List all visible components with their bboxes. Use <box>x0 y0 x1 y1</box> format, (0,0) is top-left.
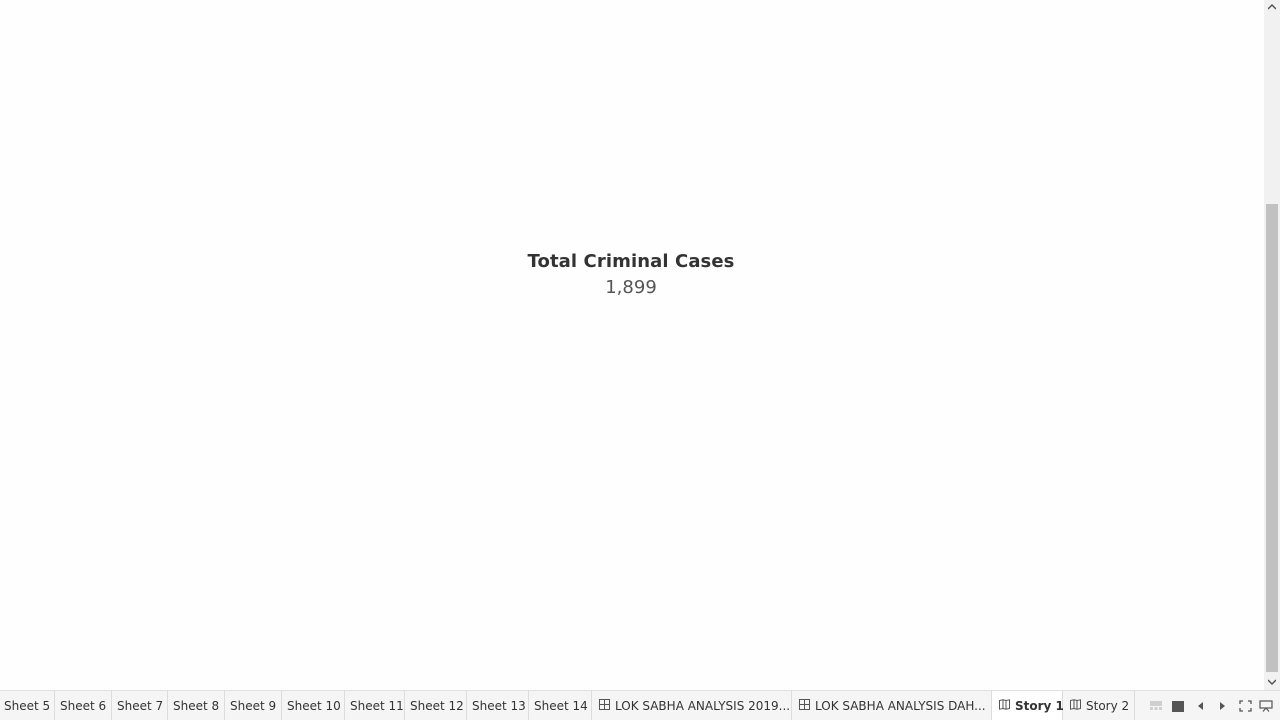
tab-sheet-12[interactable]: Sheet 12 <box>405 691 467 720</box>
kpi-title: Total Criminal Cases <box>527 251 735 272</box>
tab-label: Sheet 12 <box>410 698 464 713</box>
tab-label: Sheet 10 <box>287 698 341 713</box>
tab-label: Story 2 <box>1086 698 1130 713</box>
tab-label: Sheet 7 <box>117 698 164 713</box>
tab-label: Sheet 6 <box>60 698 107 713</box>
tab-label: Sheet 14 <box>534 698 588 713</box>
scroll-thumb[interactable] <box>1266 204 1278 672</box>
dashboard-icon <box>799 698 810 713</box>
story-canvas: Total Criminal Cases 1,899 <box>0 0 1264 690</box>
vertical-scrollbar[interactable] <box>1264 0 1280 690</box>
tab-label: Story 1 <box>1015 698 1064 713</box>
presentation-mode-icon[interactable] <box>1258 698 1274 714</box>
tab-dashboard-lok-sabha-dah[interactable]: LOK SABHA ANALYSIS DAH... <box>792 691 992 720</box>
filmstrip-view-icon[interactable] <box>1148 698 1164 714</box>
tab-label: LOK SABHA ANALYSIS 2019... <box>615 698 791 713</box>
kpi-card: Total Criminal Cases 1,899 <box>480 248 782 300</box>
tab-sheet-11[interactable]: Sheet 11 <box>345 691 405 720</box>
story-icon <box>1070 698 1081 713</box>
tab-label: LOK SABHA ANALYSIS DAH... <box>815 698 986 713</box>
tab-sheet-7[interactable]: Sheet 7 <box>112 691 168 720</box>
tab-label: Sheet 13 <box>472 698 526 713</box>
dashboard-icon <box>599 698 610 713</box>
tab-sheet-13[interactable]: Sheet 13 <box>467 691 529 720</box>
tab-sheet-14[interactable]: Sheet 14 <box>529 691 592 720</box>
tab-label: Sheet 8 <box>173 698 220 713</box>
tab-label: Sheet 9 <box>230 698 277 713</box>
next-sheet-icon[interactable] <box>1214 698 1230 714</box>
scroll-up-arrow-icon[interactable] <box>1264 0 1280 14</box>
tab-sheet-5[interactable]: Sheet 5 <box>0 691 55 720</box>
tab-story-1[interactable]: Story 1 <box>992 691 1064 720</box>
single-view-icon[interactable] <box>1170 698 1186 714</box>
previous-sheet-icon[interactable] <box>1193 698 1209 714</box>
sheet-tab-bar: Sheet 5 Sheet 6 Sheet 7 Sheet 8 Sheet 9 … <box>0 690 1280 720</box>
scroll-down-arrow-icon[interactable] <box>1264 675 1280 689</box>
tab-label: Sheet 11 <box>350 698 404 713</box>
tab-story-2[interactable]: Story 2 <box>1063 691 1135 720</box>
tab-label: Sheet 5 <box>4 698 51 713</box>
tableau-workbook: Total Criminal Cases 1,899 Sheet 5 Sheet… <box>0 0 1280 720</box>
fullscreen-icon[interactable] <box>1237 698 1253 714</box>
tab-dashboard-lok-sabha-2019[interactable]: LOK SABHA ANALYSIS 2019... <box>592 691 792 720</box>
kpi-value: 1,899 <box>605 277 657 298</box>
tab-sheet-8[interactable]: Sheet 8 <box>168 691 225 720</box>
story-icon <box>999 698 1010 713</box>
tab-sheet-9[interactable]: Sheet 9 <box>225 691 282 720</box>
tab-sheet-6[interactable]: Sheet 6 <box>55 691 112 720</box>
tab-sheet-10[interactable]: Sheet 10 <box>282 691 345 720</box>
